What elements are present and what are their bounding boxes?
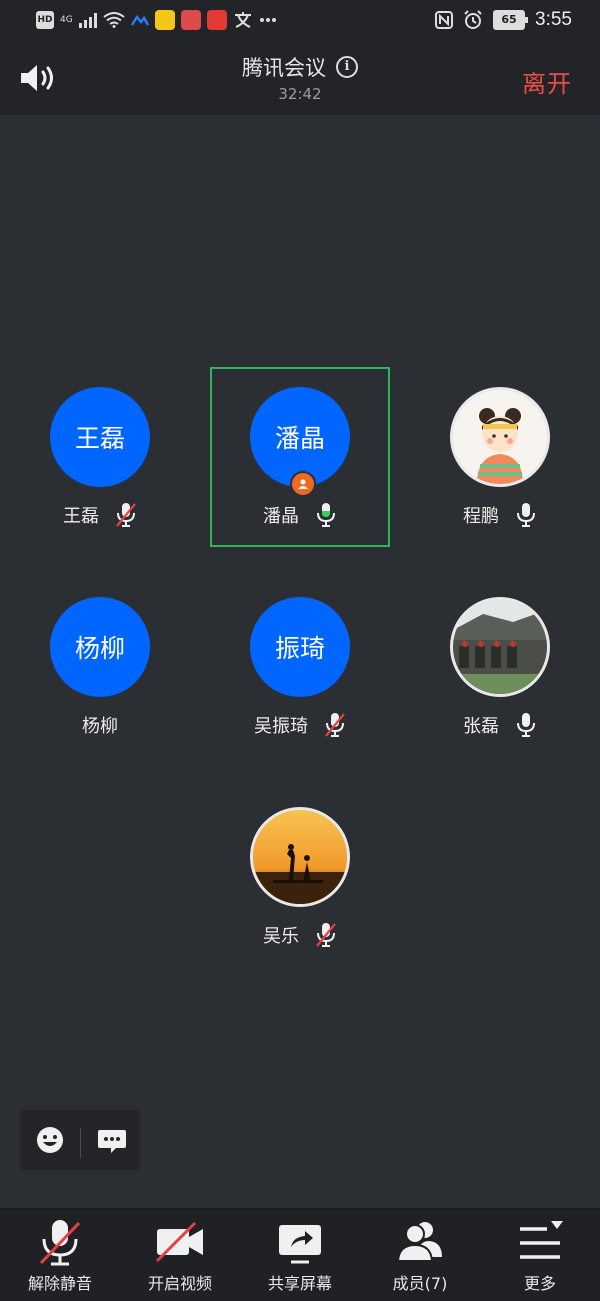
status-left: HD 4G: [36, 10, 277, 30]
battery-icon: 65: [493, 10, 529, 30]
leave-button[interactable]: 离开: [522, 64, 572, 99]
participant-tile[interactable]: 振琦 吴振琦: [210, 577, 390, 757]
status-right: 65 3:55: [435, 9, 572, 31]
more-label: 更多: [523, 1274, 556, 1293]
avatar: 杨柳: [50, 597, 150, 697]
mic-muted-icon: [39, 1220, 81, 1266]
emoji-icon[interactable]: [32, 1122, 68, 1158]
meeting-title: 腾讯会议: [242, 56, 326, 80]
recorder-icon: [206, 10, 227, 30]
divider: [80, 1128, 81, 1158]
participant-tile[interactable]: 吴乐: [210, 787, 390, 967]
participant-name: 张磊: [463, 716, 499, 737]
meeting-header: 腾讯会议 i 32:42 离开: [0, 40, 600, 115]
mic-muted-icon: [116, 503, 136, 527]
clock: 3:55: [535, 9, 572, 30]
nfc-icon: [435, 11, 454, 29]
participant-tile[interactable]: 杨柳 杨柳: [10, 577, 190, 757]
hd-icon: HD: [36, 11, 54, 29]
participant-name: 吴振琦: [254, 716, 308, 737]
avatar: 王磊: [50, 387, 150, 487]
mic-icon: [517, 713, 535, 737]
participant-tile[interactable]: 张磊: [410, 577, 590, 757]
avatar: 振琦: [250, 597, 350, 697]
participant-name: 潘晶: [263, 506, 299, 527]
participant-name: 程鹏: [463, 506, 499, 527]
meeting-timer: 32:42: [278, 85, 322, 103]
participant-name: 吴乐: [263, 926, 299, 947]
signal-icon: [78, 12, 97, 28]
start-video-button[interactable]: 开启视频: [120, 1209, 240, 1301]
more-dots-icon: [259, 18, 276, 22]
app-icon: [180, 10, 201, 30]
app-icon: [154, 10, 175, 30]
avatar-sunset-photo: [250, 807, 350, 907]
host-icon: [290, 471, 316, 497]
mic-muted-icon: [325, 713, 345, 737]
mic-icon: [517, 503, 535, 527]
bottom-toolbar: 解除静音 开启视频 共享屏幕 成员(7) 更多: [0, 1208, 600, 1301]
info-icon[interactable]: i: [336, 56, 358, 78]
unmute-label: 解除静音: [27, 1274, 92, 1293]
share-screen-icon: [279, 1225, 321, 1264]
translate-icon: [234, 12, 251, 28]
participant-tile[interactable]: 程鹏: [410, 367, 590, 547]
unmute-button[interactable]: 解除静音: [0, 1209, 120, 1301]
members-button[interactable]: 成员(7): [360, 1209, 480, 1301]
start-video-label: 开启视频: [147, 1274, 212, 1293]
mic-muted-icon: [316, 923, 336, 947]
participant-name: 杨柳: [82, 716, 118, 737]
participant-name: 王磊: [63, 506, 99, 527]
status-bar: HD 4G 65 3:55: [0, 0, 600, 40]
app-icon: [130, 14, 149, 26]
share-screen-label: 共享屏幕: [267, 1274, 332, 1293]
more-menu-icon: [520, 1221, 563, 1259]
avatar-building-photo: [450, 597, 550, 697]
more-button[interactable]: 更多: [480, 1209, 600, 1301]
alarm-icon: [464, 10, 482, 29]
avatar-cartoon-photo: [450, 387, 550, 487]
share-screen-button[interactable]: 共享屏幕: [240, 1209, 360, 1301]
video-off-icon: [155, 1221, 203, 1263]
participant-tile[interactable]: 王磊 王磊: [10, 367, 190, 547]
quick-actions-panel: [20, 1110, 140, 1170]
meeting-title-area: 腾讯会议 i: [0, 52, 600, 82]
chat-icon[interactable]: [94, 1122, 130, 1158]
mic-speaking-icon: [317, 503, 335, 527]
members-label: 成员(7): [392, 1274, 448, 1293]
network-type: 4G: [60, 15, 73, 25]
members-icon: [396, 1222, 442, 1262]
participant-tile[interactable]: 潘晶 潘晶: [210, 367, 390, 547]
wifi-icon: [103, 12, 125, 28]
